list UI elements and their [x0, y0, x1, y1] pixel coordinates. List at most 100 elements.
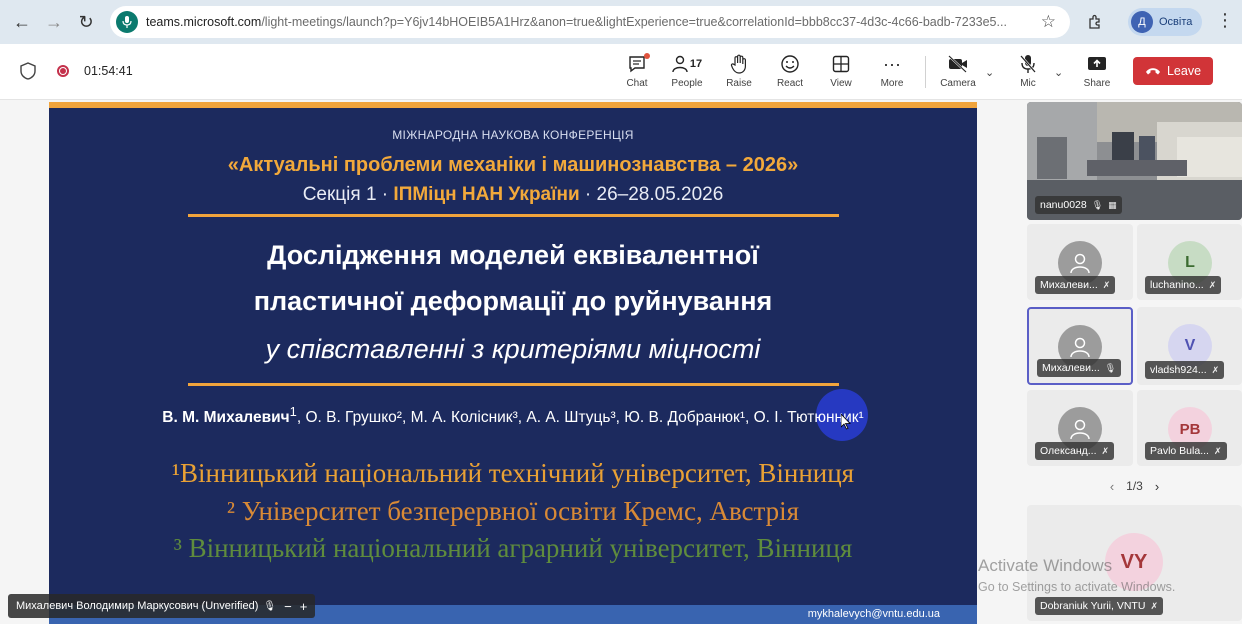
- participant-name: vladsh924...: [1150, 364, 1207, 376]
- person-icon: [1070, 419, 1090, 440]
- people-count: 17: [689, 58, 703, 70]
- section-prefix: Секція 1 ·: [302, 184, 394, 205]
- reload-button[interactable]: ↻: [70, 6, 102, 38]
- people-button[interactable]: 17 People: [663, 52, 711, 94]
- co-authors: , О. В. Грушко², М. А. Колісник³, А. А. …: [296, 409, 864, 427]
- arrow-right-icon: →: [45, 11, 63, 32]
- raise-label: Raise: [726, 78, 752, 89]
- participant-tile-selected[interactable]: Михалеви... 🎙: [1027, 307, 1133, 385]
- back-button[interactable]: ←: [6, 6, 38, 38]
- react-button[interactable]: React: [766, 52, 814, 94]
- participant-name-chip: Михалеви... 🎙: [1037, 359, 1122, 377]
- hand-icon: [730, 52, 748, 76]
- bookmark-star-icon[interactable]: ☆: [1041, 12, 1056, 32]
- zoom-in-icon[interactable]: +: [300, 599, 308, 614]
- participant-name-chip: Dobraniuk Yurii, VNTU ✗: [1035, 597, 1163, 615]
- url-host: teams.microsoft.com: [146, 15, 262, 29]
- participant-tile[interactable]: L luchanino... ✗: [1137, 224, 1242, 300]
- mic-icon: 🎙: [1104, 362, 1117, 373]
- profile-avatar: Д: [1131, 11, 1153, 33]
- leave-button[interactable]: Leave: [1133, 57, 1213, 85]
- share-label: Share: [1083, 78, 1111, 89]
- chat-notification-dot: [644, 53, 650, 59]
- person-icon: [1070, 337, 1090, 358]
- reload-icon: ↻: [78, 11, 94, 32]
- browser-menu-icon[interactable]: ⋮: [1216, 10, 1234, 31]
- smiley-icon: [780, 52, 800, 76]
- presenter-name: Михалевич Володимир Маркусович (Unverifi…: [16, 600, 259, 612]
- share-button[interactable]: Share: [1073, 52, 1121, 94]
- profile-label: Освіта: [1159, 16, 1193, 28]
- mic-label: Mic: [1020, 78, 1036, 89]
- person-icon: [1070, 253, 1090, 274]
- activate-windows-watermark: Activate Windows: [978, 556, 1113, 575]
- arrow-left-icon: ←: [13, 11, 31, 32]
- conference-label: МІЖНАРОДНА НАУКОВА КОНФЕРЕНЦІЯ: [392, 128, 634, 142]
- more-label: More: [880, 78, 904, 89]
- camera-button[interactable]: Camera: [934, 52, 982, 94]
- participant-name: Олександ...: [1040, 445, 1097, 457]
- chat-label: Chat: [626, 78, 648, 89]
- view-button[interactable]: View: [817, 52, 865, 94]
- recording-icon: [57, 65, 69, 77]
- camera-off-icon: [947, 52, 969, 76]
- forward-button[interactable]: →: [38, 6, 70, 38]
- raise-hand-button[interactable]: Raise: [715, 52, 763, 94]
- participant-tile[interactable]: PB Pavlo Bula... ✗: [1137, 390, 1242, 466]
- mic-off-icon: ✗: [1101, 445, 1110, 456]
- grid-view-icon: [832, 52, 850, 76]
- site-mic-icon: [116, 11, 138, 33]
- share-icon: [1087, 52, 1107, 76]
- people-icon: 17: [672, 52, 702, 76]
- section-org: ІПМіцн НАН України: [393, 184, 580, 205]
- mouse-pointer-icon: [841, 414, 851, 430]
- url-text: teams.microsoft.com/light-meetings/launc…: [146, 15, 1036, 29]
- profile-button[interactable]: Д Освіта: [1128, 8, 1202, 36]
- hang-up-icon: [1145, 64, 1161, 79]
- slide-title-line2: пластичної деформації до руйнування: [253, 286, 773, 316]
- mic-off-icon: ✗: [1102, 279, 1111, 290]
- slide-title-line1: Дослідження моделей еквівалентної: [267, 240, 759, 270]
- conference-title: «Актуальні проблеми механіки і машинозна…: [227, 154, 799, 176]
- participant-tile[interactable]: Михалеви... ✗: [1027, 224, 1133, 300]
- react-label: React: [776, 78, 804, 89]
- slide-authors: В. М. Михалевич1, О. В. Грушко², М. А. К…: [49, 404, 977, 427]
- view-label: View: [830, 78, 852, 89]
- mic-button[interactable]: Mic: [1004, 52, 1052, 94]
- address-bar[interactable]: teams.microsoft.com/light-meetings/launc…: [110, 6, 1070, 38]
- extensions-icon[interactable]: [1082, 8, 1108, 34]
- chevron-left-icon[interactable]: ‹: [1110, 479, 1114, 494]
- mic-options-chevron-icon[interactable]: ⌄: [1054, 66, 1063, 79]
- participant-name-chip: luchanino... ✗: [1145, 276, 1222, 294]
- more-dots-icon: ···: [883, 53, 901, 74]
- participant-name: Михалеви...: [1040, 279, 1098, 291]
- participant-name: luchanino...: [1150, 279, 1204, 291]
- zoom-out-icon[interactable]: −: [284, 599, 292, 614]
- participant-tile[interactable]: Олександ... ✗: [1027, 390, 1133, 466]
- mic-off-icon: [1019, 52, 1037, 76]
- chevron-right-icon[interactable]: ›: [1155, 479, 1159, 494]
- participant-video-tile[interactable]: nanu0028 🎙 ▦: [1027, 102, 1242, 220]
- mic-off-icon: ✗: [1150, 600, 1158, 611]
- chat-icon: [627, 52, 650, 76]
- more-button[interactable]: ··· More: [868, 52, 916, 94]
- leave-label: Leave: [1166, 64, 1202, 78]
- screen-share-icon: ▦: [1108, 199, 1117, 210]
- affiliation-2: ² Університет безперервної освіти Кремс,…: [226, 496, 800, 526]
- mic-off-icon: ✗: [1211, 364, 1220, 375]
- lead-author: В. М. Михалевич: [162, 409, 290, 427]
- toolbar-divider: [925, 56, 926, 88]
- shield-icon[interactable]: [20, 62, 36, 80]
- people-label: People: [671, 78, 703, 89]
- participant-name-chip: nanu0028 🎙 ▦: [1035, 196, 1122, 214]
- url-path: /light-meetings/launch?p=Y6jv14bHOEIB5A1…: [261, 15, 1007, 29]
- slide-top-stripe: [49, 102, 977, 108]
- mic-off-icon: ✗: [1208, 279, 1217, 290]
- participant-tile[interactable]: V vladsh924... ✗: [1137, 307, 1242, 385]
- slide-email: mykhalevych@vntu.edu.ua: [807, 608, 940, 620]
- meeting-timer: 01:54:41: [84, 64, 133, 78]
- slide-divider-bottom: [188, 383, 839, 386]
- chat-button[interactable]: Chat: [613, 52, 661, 94]
- camera-options-chevron-icon[interactable]: ⌄: [985, 66, 994, 79]
- participant-name-chip: Олександ... ✗: [1035, 442, 1115, 460]
